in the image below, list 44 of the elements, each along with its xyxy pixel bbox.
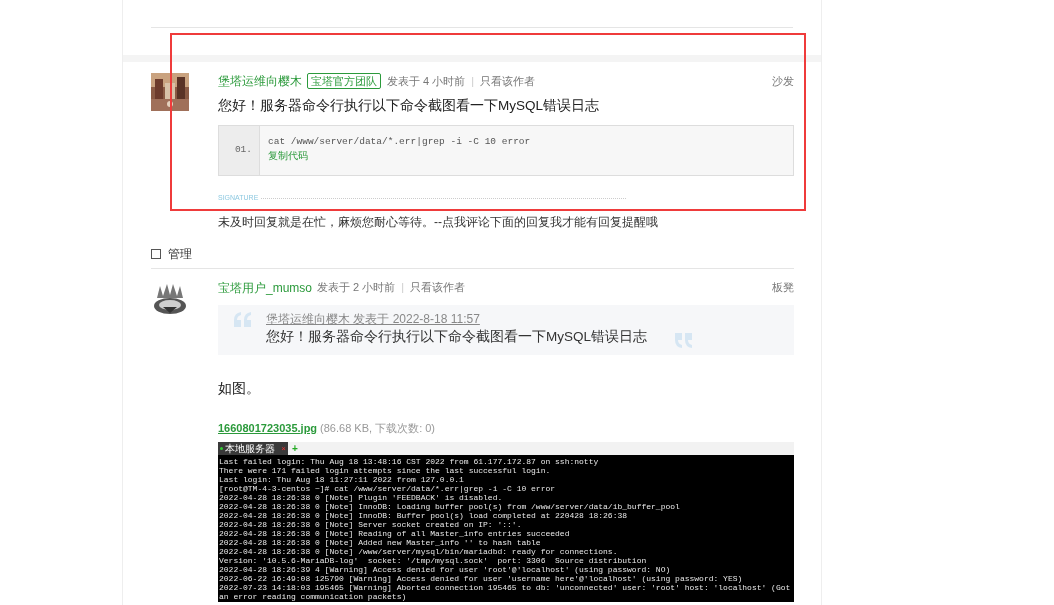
signature-text: 未及时回复就是在忙，麻烦您耐心等待。--点我评论下面的回复我才能有回复提醒哦 bbox=[218, 213, 659, 230]
only-author-link[interactable]: 只看该作者 bbox=[480, 72, 536, 90]
code-text: cat /www/server/data/*.err|grep -i -C 10 error bbox=[268, 135, 531, 148]
terminal-line: 2022-04-28 18:26:38 0 [Note] InnoDB: Buffer pool(s) load completed at 220428 18:26:38 bbox=[219, 511, 628, 520]
terminal-tab[interactable]: 本地服务器 × bbox=[218, 442, 288, 455]
terminal-line: 2022-04-28 18:26:38 0 [Note] Plugin 'FEEDBACK' is disabled. bbox=[219, 493, 503, 502]
open-quote-icon bbox=[234, 311, 252, 327]
copy-code-link[interactable]: 复制代码 bbox=[268, 148, 308, 164]
close-icon[interactable]: × bbox=[281, 444, 286, 453]
post-time: 发表于 4 小时前 bbox=[387, 73, 466, 89]
attachment-info: (86.68 KB, 下载次数: 0) bbox=[320, 420, 436, 436]
quote-text: 您好！服务器命令行执行以下命令截图看一下MySQL错误日志 bbox=[266, 327, 647, 346]
close-quote-icon bbox=[675, 332, 693, 348]
floor-label: 沙发 bbox=[772, 73, 794, 89]
post-body: 如图。 bbox=[218, 379, 261, 398]
tab-label: 本地服务器 bbox=[225, 443, 275, 454]
terminal-line: Last login: Thu Aug 18 11:27:11 2022 from 127.0.0.1 bbox=[219, 475, 464, 484]
terminal-line: 2022-04-28 18:26:38 0 [Note] /www/server/mysql/bin/mariadbd: ready for connections. bbox=[219, 547, 618, 556]
terminal-line: 2022-04-28 18:26:39 4 [Warning] Access denied for user 'root'@'localhost' (using password: NO) bbox=[219, 565, 671, 574]
terminal-line: 2022-04-28 18:26:38 0 [Note] InnoDB: Loading buffer pool(s) from /www/server/data/ib_buffer_pool bbox=[219, 502, 680, 511]
terminal-line: 2022-04-28 18:26:38 0 [Note] Server socket created on IP: '::'. bbox=[219, 520, 522, 529]
terminal-line: 2022-06-22 16:49:08 125790 [Warning] Access denied for user 'username here'@'localhost' (using password: YES) bbox=[219, 574, 743, 583]
author-link[interactable]: 堡塔运维向樱木 bbox=[218, 72, 302, 90]
quote-header-link[interactable]: 堡塔运维向樱木 发表于 2022-8-18 11:57 bbox=[266, 310, 794, 327]
author-link[interactable]: 宝塔用户_mumso bbox=[218, 278, 312, 297]
terminal-line: 2022-04-28 18:26:38 0 [Note] Added new Master_info '' to hash table bbox=[219, 538, 541, 547]
floor-label: 板凳 bbox=[772, 280, 794, 296]
separator-text: | bbox=[401, 280, 405, 296]
post-body: 您好！服务器命令行执行以下命令截图看一下MySQL错误日志 bbox=[218, 97, 600, 115]
manage-checkbox[interactable] bbox=[151, 248, 161, 259]
attachment-link[interactable]: 1660801723035.jpg bbox=[218, 419, 318, 436]
separator-text: | bbox=[471, 73, 475, 89]
post-time: 发表于 2 小时前 bbox=[317, 280, 396, 296]
terminal-line: 2022-04-28 18:26:38 0 [Note] Reading of all Master_info entries succeeded bbox=[219, 529, 570, 538]
terminal-line: Version: '10.5.6-MariaDB-log' socket: '/tmp/mysql.sock' port: 3306 Source distribution bbox=[219, 556, 647, 565]
terminal-line: [root@TM-4-3-centos ~]# cat /www/server/data/*.err|grep -i -C 10 error bbox=[219, 484, 556, 493]
manage-label: 管理 bbox=[168, 245, 192, 263]
add-tab-button[interactable]: + bbox=[292, 442, 298, 455]
terminal-line: There were 171 failed login attempts since the last successful login. bbox=[219, 466, 551, 475]
team-badge: 宝塔官方团队 bbox=[307, 73, 381, 89]
terminal-line: 2022-07-23 14:18:03 195465 [Warning] Aborted connection 195465 to db: 'unconnected' user: 'root' host: 'localhost' (Got an error reading communication packets) bbox=[219, 583, 792, 601]
terminal-line: Last failed login: Thu Aug 18 13:48:16 CST 2022 from 61.177.172.87 on ssh:notty bbox=[219, 457, 599, 466]
only-author-link[interactable]: 只看该作者 bbox=[410, 279, 466, 296]
line-number: 01. bbox=[234, 144, 252, 155]
